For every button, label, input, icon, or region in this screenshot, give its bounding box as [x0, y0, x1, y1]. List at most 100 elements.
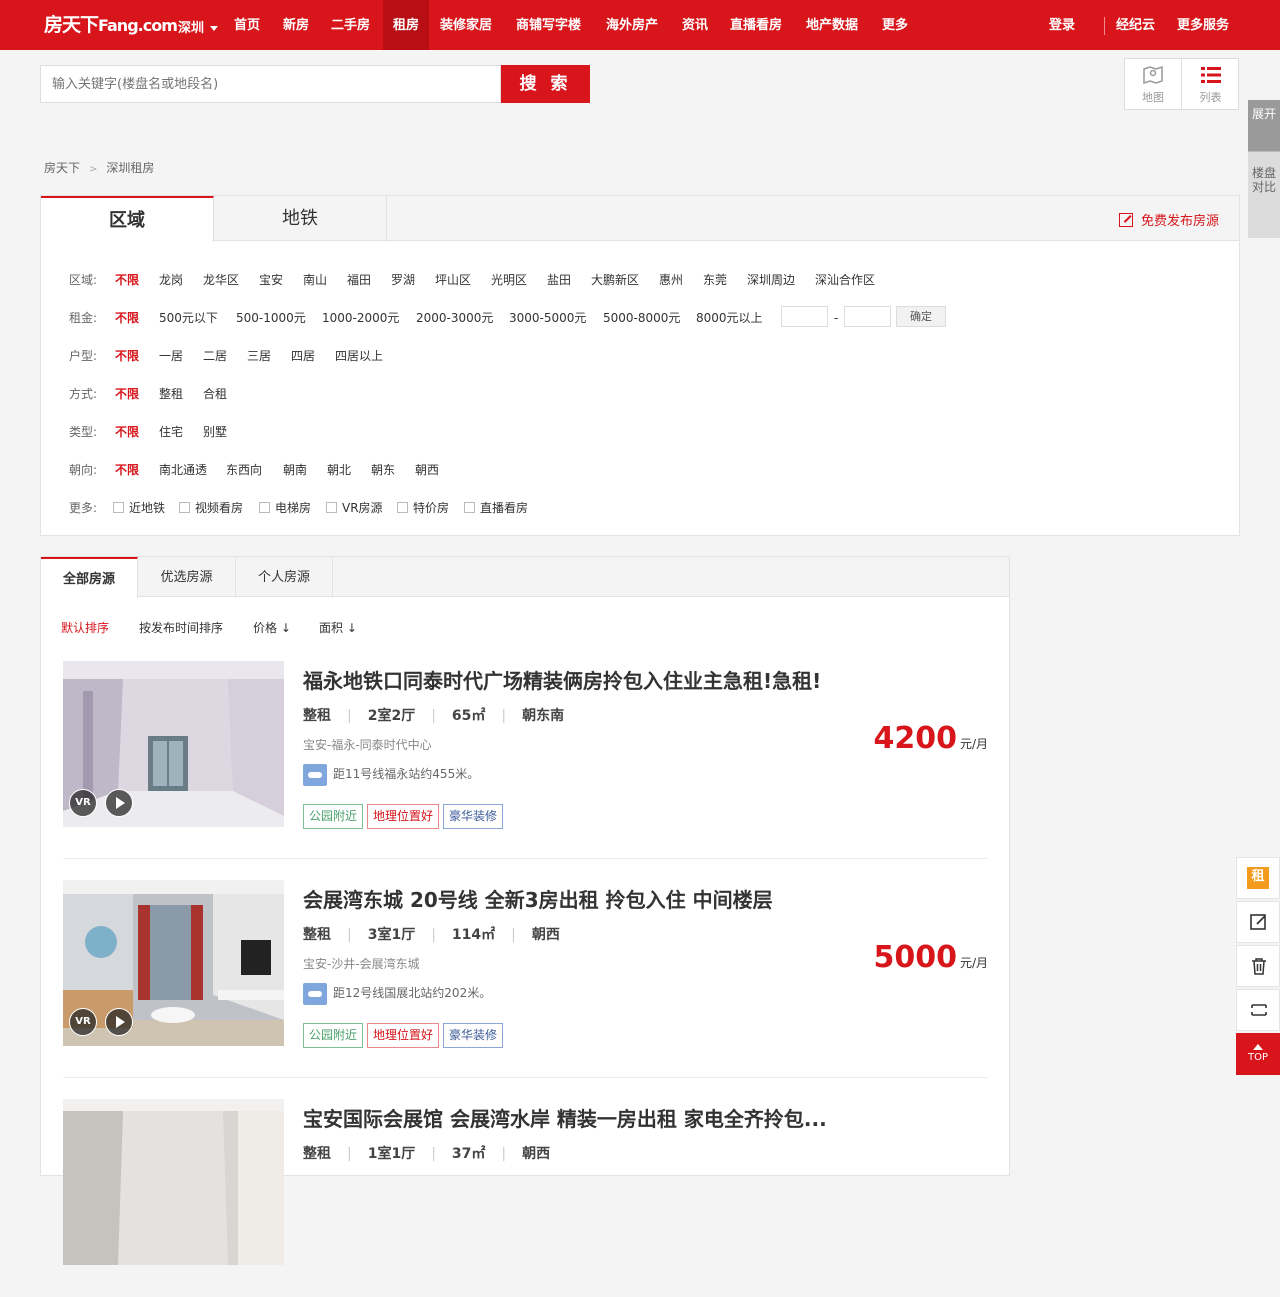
mode-option[interactable]: 整租 — [159, 384, 183, 404]
type-option[interactable]: 别墅 — [203, 422, 227, 442]
orientation-option[interactable]: 朝东 — [371, 460, 395, 480]
region-option[interactable]: 龙岗 — [159, 270, 183, 290]
listing-photo[interactable]: VR — [63, 880, 284, 1046]
city-selector[interactable]: 深圳 — [178, 17, 219, 36]
publish-listing-link[interactable]: 免费发布房源 — [1118, 210, 1219, 229]
type-option[interactable]: 不限 — [115, 422, 139, 442]
vr-badge[interactable]: VR — [69, 789, 97, 817]
sort-default[interactable]: 默认排序 — [61, 619, 109, 636]
listing-photo[interactable] — [63, 1099, 284, 1265]
more-checkbox[interactable]: 电梯房 — [259, 498, 311, 518]
orientation-option[interactable]: 朝北 — [327, 460, 351, 480]
compare-button[interactable]: 楼盘对比 — [1248, 152, 1280, 238]
search-button[interactable]: 搜 索 — [501, 65, 590, 103]
list-view-button[interactable]: 列表 — [1182, 59, 1239, 109]
region-option[interactable]: 龙华区 — [203, 270, 239, 290]
nav-item-new-house[interactable]: 新房 — [283, 0, 309, 50]
logo[interactable]: 房天下Fang.com — [44, 10, 178, 37]
nav-item-live[interactable]: 直播看房 — [730, 0, 782, 50]
rent-shortcut-button[interactable]: 租 — [1236, 857, 1280, 899]
nav-item-news[interactable]: 资讯 — [682, 0, 708, 50]
layout-option[interactable]: 一居 — [159, 346, 183, 366]
listing-photo[interactable]: VR — [63, 661, 284, 827]
more-checkbox[interactable]: VR房源 — [326, 498, 383, 518]
clear-button[interactable] — [1236, 945, 1280, 987]
sort-by-area[interactable]: 面积 ↓ — [319, 619, 357, 636]
sort-by-price[interactable]: 价格 ↓ — [253, 619, 291, 636]
rent-option[interactable]: 3000-5000元 — [509, 308, 586, 328]
jingjiyun-link[interactable]: 经纪云 — [1116, 0, 1155, 50]
rent-max-input[interactable] — [844, 306, 891, 327]
rent-option[interactable]: 2000-3000元 — [416, 308, 493, 328]
tab-personal-listings[interactable]: 个人房源 — [236, 557, 333, 597]
region-option[interactable]: 东莞 — [703, 270, 727, 290]
layout-option[interactable]: 四居以上 — [335, 346, 383, 366]
nav-item-more[interactable]: 更多 — [882, 0, 908, 50]
play-icon[interactable] — [105, 1008, 133, 1036]
orientation-option[interactable]: 朝南 — [283, 460, 307, 480]
layout-option[interactable]: 二居 — [203, 346, 227, 366]
layout-option[interactable]: 三居 — [247, 346, 271, 366]
more-checkbox[interactable]: 近地铁 — [113, 498, 165, 518]
rent-option[interactable]: 500-1000元 — [236, 308, 306, 328]
tab-featured-listings[interactable]: 优选房源 — [138, 557, 236, 597]
rent-option[interactable]: 8000元以上 — [696, 308, 763, 328]
orientation-option[interactable]: 不限 — [115, 460, 139, 480]
region-option[interactable]: 宝安 — [259, 270, 283, 290]
region-option[interactable]: 大鹏新区 — [591, 270, 639, 290]
listing-address[interactable]: 宝安-福永-同泰时代中心 — [303, 736, 432, 753]
search-input[interactable] — [41, 66, 500, 102]
expand-button[interactable]: 展开 — [1248, 100, 1280, 152]
nav-item-decoration[interactable]: 装修家居 — [440, 0, 492, 50]
rent-option[interactable]: 500元以下 — [159, 308, 218, 328]
listing-title[interactable]: 会展湾东城 20号线 全新3房出租 拎包入住 中间楼层 — [303, 884, 773, 913]
listing-title[interactable]: 福永地铁口同泰时代广场精装俩房拎包入住业主急租!急租! — [303, 665, 821, 694]
region-option[interactable]: 坪山区 — [435, 270, 471, 290]
region-option[interactable]: 南山 — [303, 270, 327, 290]
listing-title[interactable]: 宝安国际会展馆 会展湾水岸 精装一房出租 家电全齐拎包... — [303, 1103, 827, 1132]
rent-confirm-button[interactable]: 确定 — [896, 306, 946, 327]
rent-min-input[interactable] — [781, 306, 828, 327]
nav-item-overseas[interactable]: 海外房产 — [606, 0, 658, 50]
orientation-option[interactable]: 朝西 — [415, 460, 439, 480]
more-checkbox[interactable]: 特价房 — [397, 498, 449, 518]
vr-badge[interactable]: VR — [69, 1008, 97, 1036]
nav-item-commercial[interactable]: 商铺写字楼 — [516, 0, 581, 50]
compare-toggle-button[interactable] — [1236, 989, 1280, 1031]
breadcrumb-current[interactable]: 深圳租房 — [106, 161, 154, 175]
mode-option[interactable]: 合租 — [203, 384, 227, 404]
layout-option[interactable]: 不限 — [115, 346, 139, 366]
region-option[interactable]: 惠州 — [659, 270, 683, 290]
rent-option[interactable]: 1000-2000元 — [322, 308, 399, 328]
region-option[interactable]: 不限 — [115, 270, 139, 290]
nav-item-second-hand[interactable]: 二手房 — [331, 0, 370, 50]
nav-item-rent[interactable]: 租房 — [383, 0, 430, 50]
layout-option[interactable]: 四居 — [291, 346, 315, 366]
sort-by-time[interactable]: 按发布时间排序 — [139, 619, 223, 636]
rent-option[interactable]: 5000-8000元 — [603, 308, 680, 328]
orientation-option[interactable]: 南北通透 — [159, 460, 207, 480]
listing-item[interactable]: 宝安国际会展馆 会展湾水岸 精装一房出租 家电全齐拎包... 整租 | 1室1厅 | 3… — [63, 1099, 988, 1297]
play-icon[interactable] — [105, 789, 133, 817]
listing-item[interactable]: VR 福永地铁口同泰时代广场精装俩房拎包入住业主急租!急租! 整租 | 2室2厅 | 6… — [63, 661, 988, 859]
listing-item[interactable]: VR 会展湾东城 20号线 全新3房出租 拎包入住 中间楼层 整租 | 3室1厅 | 1… — [63, 880, 988, 1078]
listing-address[interactable]: 宝安-沙井-会展湾东城 — [303, 955, 420, 972]
map-view-button[interactable]: 地图 — [1125, 59, 1182, 109]
region-option[interactable]: 福田 — [347, 270, 371, 290]
orientation-option[interactable]: 东西向 — [226, 460, 262, 480]
tab-all-listings[interactable]: 全部房源 — [41, 557, 138, 598]
region-option[interactable]: 深汕合作区 — [815, 270, 875, 290]
login-link[interactable]: 登录 — [1049, 0, 1075, 50]
mode-option[interactable]: 不限 — [115, 384, 139, 404]
more-checkbox[interactable]: 直播看房 — [464, 498, 528, 518]
region-option[interactable]: 盐田 — [547, 270, 571, 290]
breadcrumb-home[interactable]: 房天下 — [44, 161, 80, 175]
more-services-link[interactable]: 更多服务 — [1177, 0, 1229, 50]
region-option[interactable]: 光明区 — [491, 270, 527, 290]
region-option[interactable]: 罗湖 — [391, 270, 415, 290]
region-option[interactable]: 深圳周边 — [747, 270, 795, 290]
nav-item-data[interactable]: 地产数据 — [806, 0, 858, 50]
tab-subway[interactable]: 地铁 — [214, 196, 387, 242]
rent-option[interactable]: 不限 — [115, 308, 139, 328]
more-checkbox[interactable]: 视频看房 — [179, 498, 243, 518]
